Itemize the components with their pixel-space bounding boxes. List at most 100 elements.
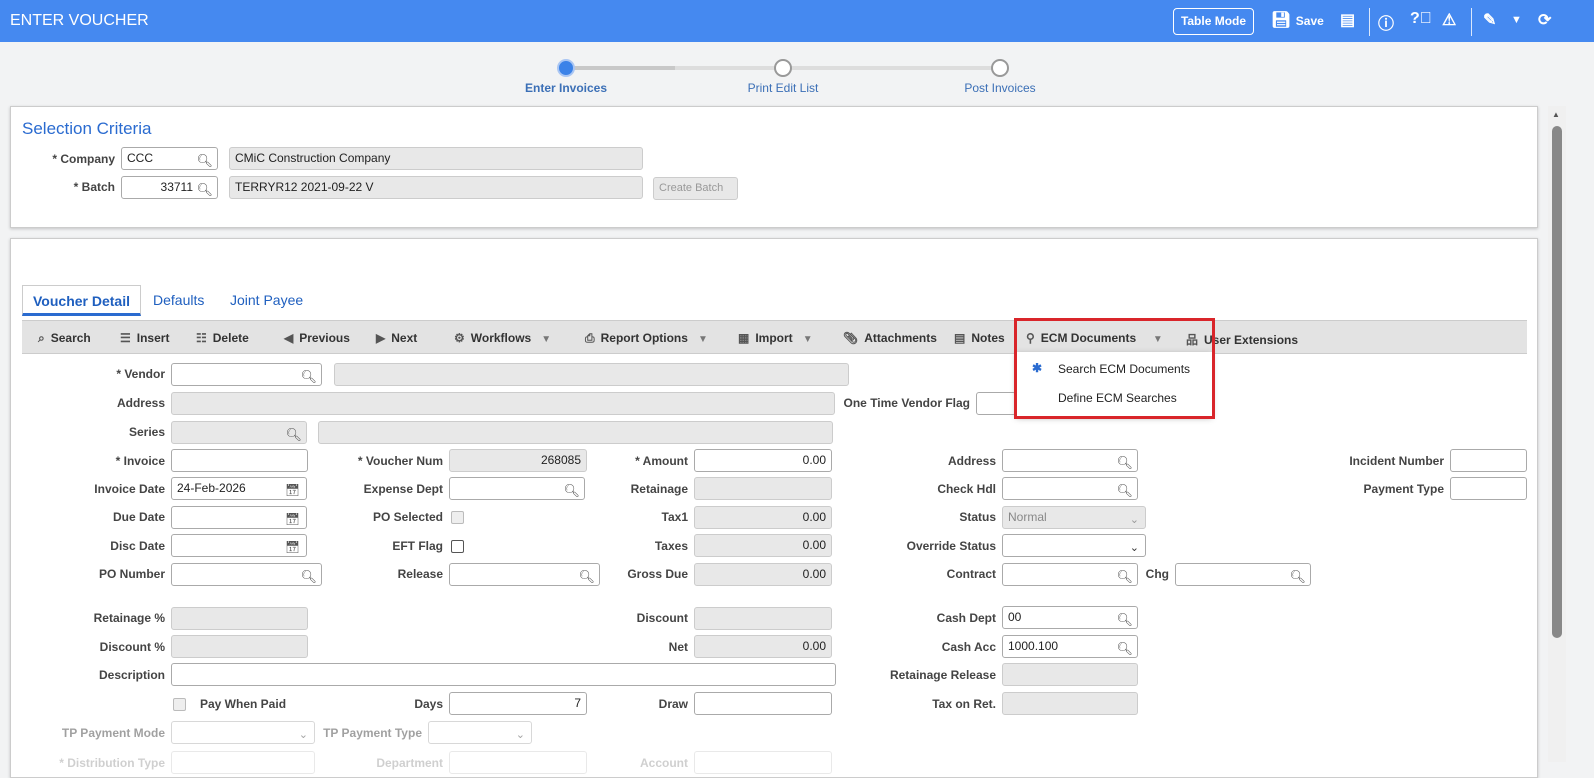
chevron-down-icon: ▼ (802, 334, 813, 345)
account-input[interactable] (694, 751, 832, 774)
amount-label: * Amount (635, 454, 688, 468)
chg-input[interactable]: 🔍︎ (1175, 563, 1311, 586)
chevron-down-icon: ⌄ (1129, 514, 1139, 526)
tab-voucher-detail[interactable]: Voucher Detail (22, 285, 141, 316)
override-status-select[interactable]: ⌄ (1002, 534, 1146, 557)
eft-flag-label: EFT Flag (392, 539, 443, 553)
info-icon[interactable]: ⓘ (1378, 10, 1394, 34)
description-input[interactable] (171, 663, 836, 686)
warning-icon[interactable]: ⚠ (1442, 10, 1456, 30)
stepper-progress (566, 66, 675, 70)
address2-input[interactable]: 🔍︎ (1002, 449, 1138, 472)
retainage-field (694, 477, 832, 500)
chevron-down-icon: ⌄ (1129, 542, 1139, 554)
scrollbar-thumb[interactable] (1552, 126, 1562, 638)
series-name-field (318, 421, 833, 444)
po-selected-checkbox[interactable] (451, 511, 464, 524)
cash-dept-input[interactable]: 00 🔍︎ (1002, 606, 1138, 629)
notes-button[interactable]: ▤ Notes (954, 331, 1005, 345)
cash-acc-input[interactable]: 1000.100 🔍︎ (1002, 635, 1138, 658)
search-icon: 🔍︎ (196, 153, 213, 168)
print-icon[interactable]: ▤ (1340, 10, 1355, 30)
contract-label: Contract (946, 567, 996, 581)
batch-input[interactable]: 33711 🔍︎ (121, 176, 218, 199)
divider (1471, 8, 1472, 36)
override-status-label: Override Status (906, 539, 996, 553)
tp-payment-type-select[interactable]: ⌄ (428, 721, 532, 744)
status-label: Status (959, 510, 996, 524)
step-print-edit-list[interactable]: Print Edit List (703, 81, 863, 95)
draw-input[interactable] (694, 692, 832, 715)
vendor-label: * Vendor (116, 367, 165, 381)
search-icon: 🔍︎ (1116, 641, 1133, 656)
tax-on-ret-field (1002, 692, 1138, 715)
status-select[interactable]: Normal ⌄ (1002, 506, 1146, 529)
step-enter-invoices[interactable]: Enter Invoices (486, 81, 646, 95)
attachments-button[interactable]: 📎︎ Attachments (843, 331, 937, 345)
incident-number-input[interactable] (1450, 449, 1527, 472)
eft-flag-checkbox[interactable] (451, 540, 464, 553)
tab-joint-payee[interactable]: Joint Payee (220, 285, 313, 316)
department-label: Department (376, 756, 443, 770)
company-input[interactable]: CCC 🔍︎ (121, 147, 218, 170)
batch-name-field: TERRYR12 2021-09-22 V (229, 176, 643, 199)
save-button[interactable]: 💾︎ Save (1271, 10, 1324, 30)
import-icon: ▦ (738, 331, 750, 345)
search-icon: 🔍︎ (285, 427, 302, 442)
next-button[interactable]: ▶ Next (376, 331, 417, 345)
company-label: * Company (52, 152, 115, 166)
company-name-field: CMiC Construction Company (229, 147, 643, 170)
step-dot[interactable] (991, 59, 1009, 77)
search-icon: 🔍︎ (300, 369, 317, 384)
save-icon: 💾︎ (1271, 12, 1292, 29)
pay-when-paid-checkbox[interactable] (173, 698, 186, 711)
gears-icon: ⚙ (454, 331, 465, 345)
search-button[interactable]: ⌕ Search (38, 331, 91, 346)
one-time-vendor-flag-input[interactable] (976, 392, 1016, 415)
discount-pct-field (171, 635, 308, 658)
vendor-input[interactable]: 🔍︎ (171, 363, 322, 386)
check-hdl-input[interactable]: 🔍︎ (1002, 477, 1138, 500)
report-options-button[interactable]: ⎙ Report Options ▼ (585, 331, 708, 346)
create-batch-button[interactable]: Create Batch (653, 177, 738, 200)
step-dot[interactable] (774, 59, 792, 77)
delete-icon: ☷ (196, 331, 207, 345)
help-icon[interactable]: ?⃝ (1410, 10, 1432, 28)
scroll-up-icon[interactable]: ▲ (1552, 110, 1560, 119)
tab-defaults[interactable]: Defaults (143, 285, 214, 316)
tax-on-ret-label: Tax on Ret. (932, 697, 996, 711)
series-input[interactable]: 🔍︎ (171, 421, 307, 444)
payment-type-input[interactable] (1450, 477, 1527, 500)
step-dot[interactable] (557, 59, 575, 77)
delete-button[interactable]: ☷ Delete (196, 331, 249, 345)
step-post-invoices[interactable]: Post Invoices (920, 81, 1080, 95)
paperclip-icon: 📎︎ (843, 331, 859, 345)
address-field (171, 392, 835, 415)
previous-button[interactable]: ◀ Previous (284, 331, 350, 345)
retainage-release-label: Retainage Release (889, 668, 996, 682)
gross-due-field: 0.00 (694, 563, 832, 586)
invoice-date-label: Invoice Date (94, 482, 165, 496)
edit-icon[interactable]: ✎ (1483, 10, 1496, 30)
search-icon: 🔍︎ (1116, 612, 1133, 627)
import-button[interactable]: ▦ Import ▼ (738, 331, 813, 345)
table-mode-button[interactable]: Table Mode (1173, 8, 1254, 35)
cash-dept-label: Cash Dept (936, 611, 996, 625)
search-icon: ⌕ (38, 331, 45, 345)
insert-button[interactable]: ☰ Insert (120, 331, 169, 345)
retainage-pct-label: Retainage % (93, 611, 165, 625)
arrow-left-icon: ◀ (284, 331, 294, 345)
amount-input[interactable]: 0.00 (694, 449, 832, 472)
chevron-down-icon[interactable]: ▼ (1511, 14, 1522, 26)
days-label: Days (414, 697, 443, 711)
tax1-field: 0.00 (694, 506, 832, 529)
batch-label: * Batch (73, 180, 115, 194)
check-hdl-label: Check Hdl (937, 482, 996, 496)
vendor-name-field (334, 363, 849, 386)
voucher-num-label: * Voucher Num (357, 454, 443, 468)
incident-number-label: Incident Number (1349, 454, 1444, 468)
workflows-button[interactable]: ⚙ Workflows ▼ (454, 331, 551, 345)
refresh-icon[interactable]: ⟳ (1538, 10, 1551, 30)
tp-payment-mode-label: TP Payment Mode (61, 726, 165, 740)
description-label: Description (98, 668, 165, 682)
